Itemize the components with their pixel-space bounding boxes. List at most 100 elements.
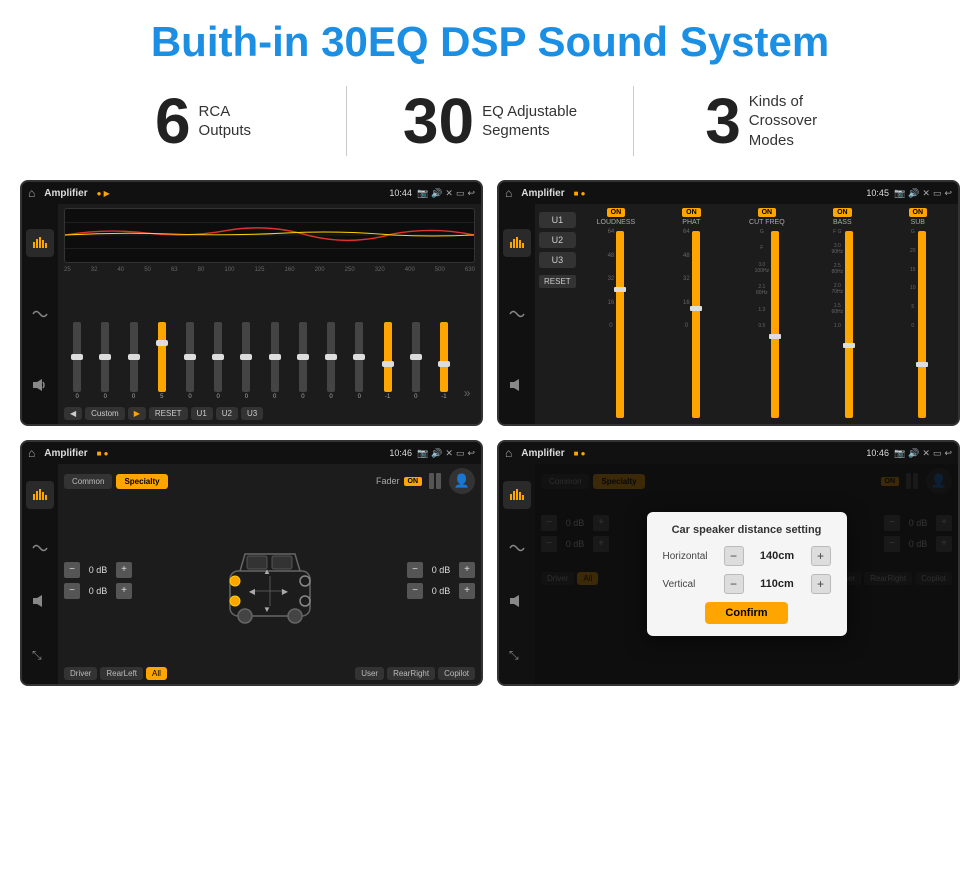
rr-minus-btn[interactable]: − xyxy=(407,583,423,599)
eq-slider-1[interactable]: 0 xyxy=(64,322,90,400)
eq-u3-btn[interactable]: U3 xyxy=(241,407,263,420)
copilot-btn[interactable]: Copilot xyxy=(438,667,475,680)
stat-label-crossover: Kinds ofCrossover Modes xyxy=(749,92,849,151)
fader-common-tab[interactable]: Common xyxy=(64,474,112,489)
eq-slider-11[interactable]: 0 xyxy=(346,322,372,400)
fl-db-row: − 0 dB + xyxy=(64,562,132,578)
eq-slider-9[interactable]: 0 xyxy=(290,322,316,400)
driver-btn[interactable]: Driver xyxy=(64,667,97,680)
cross-home-icon[interactable]: ⌂ xyxy=(505,186,512,200)
eq-slider-6[interactable]: 0 xyxy=(205,322,231,400)
fr-plus-btn[interactable]: + xyxy=(459,562,475,578)
cross-reset-btn[interactable]: RESET xyxy=(539,275,576,288)
dist-speaker-btn[interactable] xyxy=(503,587,531,615)
eq-custom-btn[interactable]: Custom xyxy=(85,407,125,420)
horizontal-plus-btn[interactable]: + xyxy=(811,546,831,566)
fader-screen-card: ⌂ Amplifier ■ ● 10:46 📷 🔊 ✕ ▭ ↩ xyxy=(20,440,483,686)
fader-arrows-btn[interactable]: ⤡ xyxy=(26,640,54,668)
fader-specialty-tab[interactable]: Specialty xyxy=(116,474,167,489)
eq-play-btn[interactable]: ▶ xyxy=(128,407,146,420)
sub-slider[interactable] xyxy=(918,231,926,418)
fr-minus-btn[interactable]: − xyxy=(407,562,423,578)
eq-slider-10[interactable]: 0 xyxy=(318,322,344,400)
horizontal-minus-btn[interactable]: − xyxy=(724,546,744,566)
eq-slider-14[interactable]: -1 xyxy=(431,322,457,400)
eq-screen-title: Amplifier xyxy=(44,188,87,199)
horizontal-value: 140cm xyxy=(750,550,805,562)
fader-screen-title: Amplifier xyxy=(44,448,87,459)
cutfreq-label: CUT FREQ xyxy=(749,219,785,226)
fader-status-icons: 📷 🔊 ✕ ▭ ↩ xyxy=(417,448,475,459)
bass-toggle[interactable]: ON xyxy=(833,208,852,217)
rear-right-btn[interactable]: RearRight xyxy=(387,667,435,680)
all-btn[interactable]: All xyxy=(146,667,167,680)
rl-plus-btn[interactable]: + xyxy=(116,583,132,599)
phat-slider[interactable] xyxy=(692,231,700,418)
cross-status-icons: 📷 🔊 ✕ ▭ ↩ xyxy=(894,188,952,199)
rr-plus-btn[interactable]: + xyxy=(459,583,475,599)
eq-bottom-bar: ◀ Custom ▶ RESET U1 U2 U3 xyxy=(64,407,475,420)
sub-label: SUB xyxy=(911,219,925,226)
dist-wave-btn[interactable] xyxy=(503,534,531,562)
eq-slider-2[interactable]: 0 xyxy=(92,322,118,400)
home-icon[interactable]: ⌂ xyxy=(28,186,35,200)
svg-text:◀: ◀ xyxy=(248,587,255,596)
vertical-plus-btn[interactable]: + xyxy=(811,574,831,594)
fl-minus-btn[interactable]: − xyxy=(64,562,80,578)
eq-sidebar-wave-btn[interactable] xyxy=(26,300,54,328)
eq-slider-12[interactable]: -1 xyxy=(374,322,400,400)
cross-eq-btn[interactable] xyxy=(503,229,531,257)
eq-slider-7[interactable]: 0 xyxy=(233,322,259,400)
fader-on-badge[interactable]: ON xyxy=(404,477,423,486)
dist-eq-btn[interactable] xyxy=(503,481,531,509)
eq-prev-btn[interactable]: ◀ xyxy=(64,407,82,420)
cutfreq-slider[interactable] xyxy=(771,231,779,418)
loudness-slider[interactable] xyxy=(616,231,624,418)
eq-reset-btn[interactable]: RESET xyxy=(149,407,188,420)
stat-rca: 6 RCAOutputs xyxy=(60,89,346,153)
eq-slider-13[interactable]: 0 xyxy=(403,322,429,400)
eq-sidebar-eq-btn[interactable] xyxy=(26,229,54,257)
eq-sidebar-speaker-btn[interactable] xyxy=(26,371,54,399)
cross-u3-btn[interactable]: U3 xyxy=(539,252,576,268)
fr-db-row: − 0 dB + xyxy=(407,562,475,578)
fader-speaker-btn[interactable] xyxy=(26,587,54,615)
fader-eq-btn[interactable] xyxy=(26,481,54,509)
svg-text:▲: ▲ xyxy=(263,567,271,576)
cross-u2-btn[interactable]: U2 xyxy=(539,232,576,248)
rear-left-btn[interactable]: RearLeft xyxy=(100,667,143,680)
rl-minus-btn[interactable]: − xyxy=(64,583,80,599)
fader-back-icon: ↩ xyxy=(467,448,475,459)
cross-wave-btn[interactable] xyxy=(503,300,531,328)
eq-slider-3[interactable]: 0 xyxy=(120,322,146,400)
eq-expand-icon[interactable]: » xyxy=(459,386,475,400)
dist-arrows-btn[interactable]: ⤡ xyxy=(503,640,531,668)
fader-home-icon[interactable]: ⌂ xyxy=(28,446,35,460)
fl-plus-btn[interactable]: + xyxy=(116,562,132,578)
cutfreq-toggle[interactable]: ON xyxy=(758,208,777,217)
confirm-button[interactable]: Confirm xyxy=(705,602,787,624)
eq-slider-8[interactable]: 0 xyxy=(262,322,288,400)
user-btn[interactable]: User xyxy=(355,667,384,680)
dist-home-icon[interactable]: ⌂ xyxy=(505,446,512,460)
eq-u1-btn[interactable]: U1 xyxy=(191,407,213,420)
vertical-minus-btn[interactable]: − xyxy=(724,574,744,594)
fader-volume-icon: 🔊 xyxy=(431,448,442,459)
cross-u1-btn[interactable]: U1 xyxy=(539,212,576,228)
dist-camera-icon: 📷 xyxy=(894,448,905,459)
ch-sub: ON SUB G20151050 xyxy=(882,208,954,420)
loudness-toggle[interactable]: ON xyxy=(607,208,626,217)
phat-toggle[interactable]: ON xyxy=(682,208,701,217)
eq-slider-5[interactable]: 0 xyxy=(177,322,203,400)
page-title: Buith-in 30EQ DSP Sound System xyxy=(20,18,960,66)
cross-status-bar: ⌂ Amplifier ■ ● 10:45 📷 🔊 ✕ ▭ ↩ xyxy=(499,182,958,204)
sub-toggle[interactable]: ON xyxy=(909,208,928,217)
ch-phat: ON PHAT 644832160 xyxy=(655,208,727,420)
cross-speaker-btn[interactable] xyxy=(503,371,531,399)
eq-slider-4[interactable]: 5 xyxy=(149,322,175,400)
fader-wave-btn[interactable] xyxy=(26,534,54,562)
distance-modal-overlay: Car speaker distance setting Horizontal … xyxy=(535,464,958,684)
bass-slider[interactable] xyxy=(845,231,853,418)
user-avatar-icon[interactable]: 👤 xyxy=(449,468,475,494)
eq-u2-btn[interactable]: U2 xyxy=(216,407,238,420)
